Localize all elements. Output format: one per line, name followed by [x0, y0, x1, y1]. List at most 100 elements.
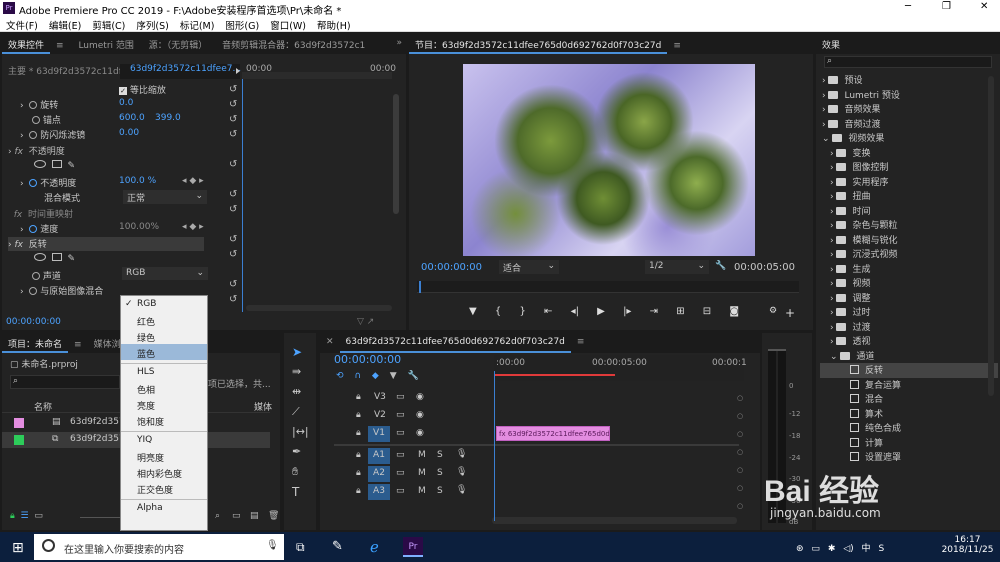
tree-item-blend[interactable]: 混合	[865, 395, 883, 405]
microphone-icon[interactable]: 🎙︎	[456, 485, 467, 495]
ec-h-scrollbar[interactable]	[246, 305, 392, 311]
expand-arrow-icon[interactable]: ›	[20, 287, 24, 297]
stopwatch-icon[interactable]	[29, 131, 38, 139]
toggle-sync-icon[interactable]: ▭	[396, 392, 405, 402]
menu-help[interactable]: 帮助(H)	[311, 16, 356, 32]
tab-close-icon[interactable]: ✕	[320, 333, 340, 353]
toggle-sync-icon[interactable]: ▭	[396, 428, 405, 438]
stopwatch-icon[interactable]	[32, 116, 40, 124]
dropdown-option-saturation[interactable]: 饱和度	[121, 412, 207, 428]
sequence-clip-label[interactable]: 63d9f2d3572c11dfee7...	[120, 64, 241, 79]
pen-tool-icon[interactable]: ✒	[292, 445, 301, 458]
lift-icon[interactable]: ⊞	[676, 306, 684, 317]
eye-icon[interactable]: ◉	[416, 392, 424, 402]
stopwatch-icon[interactable]	[29, 101, 38, 109]
channel-select[interactable]: RGB ⌄	[122, 267, 208, 280]
dropdown-option-blue[interactable]: 蓝色	[121, 344, 207, 360]
timeline-timecode[interactable]: 00:00:00:00	[334, 353, 401, 368]
maximize-button[interactable]: ❐	[942, 1, 951, 12]
new-item-icon[interactable]: ▤	[250, 511, 259, 521]
eye-icon[interactable]: ◉	[416, 428, 424, 438]
expand-arrow-icon[interactable]: ›	[8, 240, 12, 250]
minimize-button[interactable]: ─	[905, 1, 911, 12]
tree-item-solid-composite[interactable]: 纯色合成	[865, 424, 901, 434]
snap-icon[interactable]: ⟲	[336, 371, 344, 381]
rect-mask-icon[interactable]	[51, 160, 62, 168]
microphone-icon[interactable]: 🎙︎	[456, 467, 467, 477]
premiere-taskbar-icon[interactable]: Pr	[403, 537, 423, 557]
tree-item-lumetri-presets[interactable]: Lumetri 预设	[844, 91, 899, 101]
anchor-y-value[interactable]: 399.0	[155, 113, 181, 128]
column-name[interactable]: 名称	[34, 400, 52, 413]
tree-item-image-control[interactable]: 图像控制	[852, 163, 888, 173]
dropdown-option-rgb[interactable]: ✓ RGB	[121, 296, 207, 312]
bluetooth-icon[interactable]: ✱	[828, 544, 836, 554]
task-view-icon[interactable]: ⧉	[296, 540, 305, 555]
program-timecode[interactable]: 00:00:00:00	[421, 262, 482, 277]
tab-lumetri-scopes[interactable]: Lumetri 范围	[72, 34, 139, 54]
tree-item-perspective[interactable]: 透视	[852, 337, 870, 347]
menu-window[interactable]: 窗口(W)	[264, 16, 311, 32]
painter-app-icon[interactable]: ✎	[332, 539, 343, 554]
program-scrubber[interactable]	[417, 281, 799, 293]
reset-icon[interactable]: ↺	[229, 202, 239, 217]
menu-sequence[interactable]: 序列(S)	[130, 16, 173, 32]
track-label-a1[interactable]: A1	[368, 448, 390, 464]
tree-item-audio-transitions[interactable]: 音频过渡	[844, 120, 880, 130]
lock-icon[interactable]: 🔒︎	[356, 486, 361, 496]
wrench-icon[interactable]: 🔧	[715, 261, 726, 276]
checkbox-checked-icon[interactable]: ✓	[119, 87, 127, 95]
tree-item-utility[interactable]: 实用程序	[852, 178, 888, 188]
tree-item-calculations[interactable]: 计算	[865, 439, 883, 449]
lock-icon[interactable]: 🔒︎	[356, 450, 361, 460]
trash-icon[interactable]: 🗑︎	[268, 511, 279, 521]
tab-source[interactable]: 源：（无剪辑）	[143, 34, 214, 54]
tree-item-set-matte[interactable]: 设置遮罩	[865, 453, 901, 463]
hand-tool-icon[interactable]: ✋︎	[292, 465, 298, 479]
track-label-v1[interactable]: V1	[368, 426, 390, 442]
close-button[interactable]: ✕	[980, 1, 988, 12]
ec-playhead[interactable]	[242, 76, 243, 312]
expand-arrow-icon[interactable]: ›	[20, 131, 24, 141]
menu-clip[interactable]: 剪辑(C)	[86, 16, 130, 32]
reset-icon[interactable]: ↺	[229, 82, 239, 97]
quality-select[interactable]: 1/2 ⌄	[645, 260, 709, 274]
play-clip-icon[interactable]	[236, 68, 240, 74]
fit-select[interactable]: 适合 ⌄	[499, 260, 559, 274]
mute-button[interactable]: M	[418, 450, 426, 460]
tab-menu-icon[interactable]: ≡	[571, 333, 591, 353]
tree-item-invert[interactable]: 反转	[865, 366, 883, 376]
timeline-playhead[interactable]	[494, 371, 495, 521]
blend-mode-select[interactable]: 正常 ⌄	[123, 190, 207, 204]
reset-icon[interactable]: ↺	[229, 277, 239, 292]
speed-value[interactable]: 100.00%	[119, 222, 159, 237]
tree-item-transition[interactable]: 过渡	[852, 323, 870, 333]
timeline-h-scrollbar[interactable]	[492, 517, 737, 524]
ec-scrollbar[interactable]	[393, 94, 399, 214]
mark-out-icon[interactable]: }	[519, 306, 525, 317]
effects-search-input[interactable]: ⌕	[824, 56, 992, 68]
track-label-a3[interactable]: A3	[368, 484, 390, 500]
dropdown-option-yiq[interactable]: YIQ	[121, 432, 207, 448]
keyframe-nav-icon[interactable]: ◂ ◆ ▸	[182, 176, 204, 191]
invert-effect-label[interactable]: 反转	[29, 240, 47, 250]
timeline-clip[interactable]: fx 63d9f2d3572c11dfee765d0d69	[496, 426, 610, 441]
tab-effects[interactable]: 效果	[816, 34, 846, 54]
dropdown-option-lightness[interactable]: 亮度	[121, 396, 207, 412]
ec-timecode[interactable]: 00:00:00:00	[6, 317, 61, 332]
tab-program[interactable]: 节目：63d9f2d3572c11dfee765d0d692762d0f703c…	[409, 34, 668, 54]
tree-item-immersive-video[interactable]: 沉浸式视频	[852, 250, 897, 260]
menu-file[interactable]: 文件(F)	[0, 16, 43, 32]
find-icon[interactable]: ⌕	[215, 511, 220, 521]
tree-item-generate[interactable]: 生成	[852, 265, 870, 275]
expand-arrow-icon[interactable]: ›	[20, 225, 24, 235]
lock-icon[interactable]: 🔒︎	[356, 392, 361, 402]
toggle-sync-icon[interactable]: ▭	[396, 468, 405, 478]
stopwatch-icon[interactable]	[29, 179, 38, 187]
extract-icon[interactable]: ⊟	[703, 306, 711, 317]
tree-item-arithmetic[interactable]: 算术	[865, 410, 883, 420]
add-button-icon[interactable]: +	[785, 306, 795, 321]
opacity-value[interactable]: 100.0 %	[119, 176, 156, 191]
tree-item-audio-effects[interactable]: 音频效果	[844, 105, 880, 115]
toggle-sync-icon[interactable]: ▭	[396, 486, 405, 496]
